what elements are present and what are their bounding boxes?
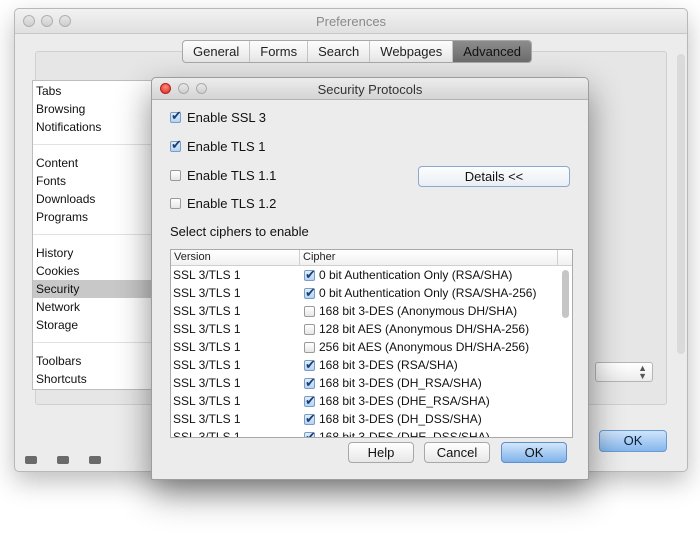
cipher-checkbox[interactable]	[304, 284, 316, 302]
cipher-label: 168 bit 3-DES (Anonymous DH/SHA)	[319, 304, 518, 318]
tab-webpages[interactable]: Webpages	[370, 41, 454, 62]
checkbox-icon[interactable]	[170, 108, 182, 124]
checkbox-label: Enable TLS 1.2	[187, 196, 277, 211]
cell-version: SSL 3/TLS 1	[173, 322, 241, 336]
cipher-table: Version Cipher SSL 3/TLS 1 0 bit Authenti…	[170, 249, 573, 438]
help-button[interactable]: Help	[348, 442, 414, 463]
cipher-checkbox[interactable]	[304, 410, 316, 428]
table-scrollbar[interactable]	[562, 270, 569, 318]
cipher-label: 168 bit 3-DES (DH_DSS/SHA)	[319, 412, 482, 426]
checkbox-icon[interactable]	[170, 137, 182, 153]
table-body: SSL 3/TLS 1 0 bit Authentication Only (RS…	[171, 266, 558, 438]
column-header-cipher[interactable]: Cipher	[303, 251, 335, 263]
cell-cipher: 256 bit AES (Anonymous DH/SHA-256)	[304, 338, 529, 356]
cell-cipher: 168 bit 3-DES (DH_RSA/SHA)	[304, 374, 482, 392]
checkbox-label: Enable TLS 1.1	[187, 168, 277, 183]
cell-cipher: 0 bit Authentication Only (RSA/SHA)	[304, 266, 512, 284]
cipher-label: 168 bit 3-DES (DH_RSA/SHA)	[319, 376, 482, 390]
checkbox-label: Enable TLS 1	[187, 139, 266, 154]
table-row[interactable]: SSL 3/TLS 1 0 bit Authentication Only (RS…	[171, 284, 558, 302]
preferences-ok-button[interactable]: OK	[599, 430, 667, 452]
preferences-titlebar: Preferences	[15, 9, 687, 34]
cipher-checkbox[interactable]	[304, 392, 316, 410]
ok-button[interactable]: OK	[501, 442, 567, 463]
cipher-label: 168 bit 3-DES (RSA/SHA)	[319, 358, 458, 372]
tab-advanced[interactable]: Advanced	[453, 41, 532, 62]
cipher-checkbox[interactable]	[304, 341, 315, 353]
cell-cipher: 168 bit 3-DES (RSA/SHA)	[304, 356, 458, 374]
table-row[interactable]: SSL 3/TLS 1 168 bit 3-DES (Anonymous DH/S…	[171, 302, 558, 320]
cell-version: SSL 3/TLS 1	[173, 412, 241, 426]
cell-version: SSL 3/TLS 1	[173, 304, 241, 318]
security-protocols-dialog: Security Protocols Enable SSL 3 Enable T…	[151, 77, 589, 480]
cipher-checkbox[interactable]	[304, 374, 316, 392]
preferences-popup-select[interactable]: ▲ ▼	[595, 362, 653, 382]
enable-tls12-checkbox[interactable]: Enable TLS 1.2	[170, 196, 276, 211]
enable-tls11-checkbox[interactable]: Enable TLS 1.1	[170, 168, 276, 183]
cell-cipher: 0 bit Authentication Only (RSA/SHA-256)	[304, 284, 536, 302]
cell-version: SSL 3/TLS 1	[173, 340, 241, 354]
cipher-checkbox[interactable]	[304, 356, 316, 374]
cipher-label: 168 bit 3-DES (DHE_RSA/SHA)	[319, 394, 490, 408]
cell-version: SSL 3/TLS 1	[173, 376, 241, 390]
cell-version: SSL 3/TLS 1	[173, 286, 241, 300]
cell-cipher: 168 bit 3-DES (DHE_RSA/SHA)	[304, 392, 490, 410]
preferences-title: Preferences	[315, 14, 387, 29]
table-row[interactable]: SSL 3/TLS 1 168 bit 3-DES (RSA/SHA)	[171, 356, 558, 374]
column-header-version[interactable]: Version	[174, 251, 211, 263]
dialog-titlebar: Security Protocols	[152, 78, 588, 100]
table-row[interactable]: SSL 3/TLS 1 128 bit AES (Anonymous DH/SHA…	[171, 320, 558, 338]
cipher-checkbox[interactable]	[304, 323, 315, 335]
cancel-button[interactable]: Cancel	[424, 442, 490, 463]
details-button[interactable]: Details <<	[418, 166, 570, 187]
cipher-checkbox[interactable]	[304, 266, 316, 284]
cell-cipher: 168 bit 3-DES (DH_DSS/SHA)	[304, 410, 482, 428]
tab-search[interactable]: Search	[308, 41, 371, 62]
toolbar-icon[interactable]	[25, 456, 37, 464]
tab-forms[interactable]: Forms	[250, 41, 309, 62]
preferences-tabs: General Forms Search Webpages Advanced	[182, 40, 533, 63]
cell-version: SSL 3/TLS 1	[173, 394, 241, 408]
table-header: Version Cipher	[171, 250, 572, 266]
preferences-scrollbar[interactable]	[677, 54, 685, 354]
cipher-label: 168 bit 3-DES (DHE_DSS/SHA)	[319, 430, 490, 438]
cell-version: SSL 3/TLS 1	[173, 430, 241, 438]
cell-version: SSL 3/TLS 1	[173, 268, 241, 282]
checkbox-label: Enable SSL 3	[187, 110, 267, 125]
cipher-label: 0 bit Authentication Only (RSA/SHA-256)	[319, 286, 537, 300]
cell-cipher: 168 bit 3-DES (DHE_DSS/SHA)	[304, 428, 490, 438]
table-row[interactable]: SSL 3/TLS 1 168 bit 3-DES (DH_RSA/SHA)	[171, 374, 558, 392]
enable-tls1-checkbox[interactable]: Enable TLS 1	[170, 137, 266, 154]
cipher-label: 0 bit Authentication Only (RSA/SHA)	[319, 268, 513, 282]
cell-cipher: 168 bit 3-DES (Anonymous DH/SHA)	[304, 302, 517, 320]
checkbox-icon[interactable]	[170, 170, 181, 181]
updown-arrows-icon: ▲ ▼	[638, 363, 647, 381]
column-divider[interactable]	[299, 250, 300, 265]
toolbar-icon[interactable]	[89, 456, 101, 464]
enable-ssl3-checkbox[interactable]: Enable SSL 3	[170, 108, 267, 125]
dialog-title: Security Protocols	[317, 82, 423, 97]
preferences-bottom-toolbar	[25, 456, 101, 464]
table-row[interactable]: SSL 3/TLS 1 168 bit 3-DES (DHE_RSA/SHA)	[171, 392, 558, 410]
table-row[interactable]: SSL 3/TLS 1 0 bit Authentication Only (RS…	[171, 266, 558, 284]
checkbox-icon[interactable]	[170, 198, 181, 209]
cell-cipher: 128 bit AES (Anonymous DH/SHA-256)	[304, 320, 529, 338]
column-divider	[557, 250, 558, 265]
ciphers-label: Select ciphers to enable	[170, 224, 309, 239]
table-row[interactable]: SSL 3/TLS 1 168 bit 3-DES (DHE_DSS/SHA)	[171, 428, 558, 438]
cipher-checkbox[interactable]	[304, 305, 315, 317]
table-row[interactable]: SSL 3/TLS 1 168 bit 3-DES (DH_DSS/SHA)	[171, 410, 558, 428]
toolbar-icon[interactable]	[57, 456, 69, 464]
cell-version: SSL 3/TLS 1	[173, 358, 241, 372]
cipher-checkbox[interactable]	[304, 428, 316, 437]
tab-general[interactable]: General	[183, 41, 251, 62]
table-row[interactable]: SSL 3/TLS 1 256 bit AES (Anonymous DH/SHA…	[171, 338, 558, 356]
cipher-label: 128 bit AES (Anonymous DH/SHA-256)	[319, 322, 530, 336]
cipher-label: 256 bit AES (Anonymous DH/SHA-256)	[319, 340, 530, 354]
